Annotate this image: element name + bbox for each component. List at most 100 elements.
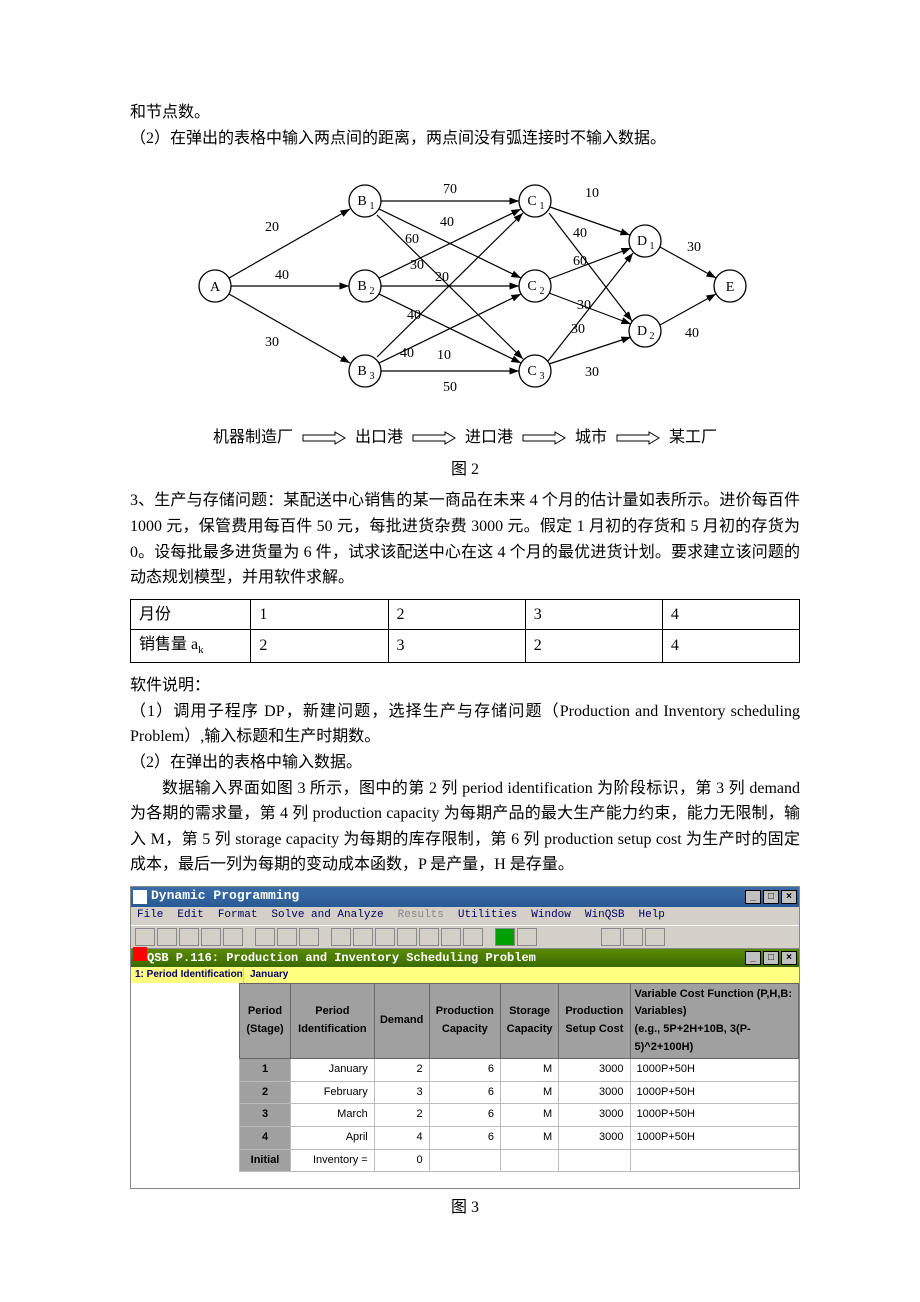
grid-cell[interactable]: 1000P+50H	[630, 1127, 798, 1150]
toolbar-button[interactable]	[397, 928, 417, 946]
table-row: 销售量 ak 2 3 2 4	[131, 630, 800, 663]
grid-cell[interactable]: M	[500, 1104, 558, 1127]
toolbar-button[interactable]	[601, 928, 621, 946]
toolbar-button[interactable]	[223, 928, 243, 946]
grid-cell[interactable]	[630, 1149, 798, 1172]
grid-cell[interactable]	[429, 1149, 500, 1172]
toolbar-button[interactable]	[277, 928, 297, 946]
body-text: 数据输入界面如图 3 所示，图中的第 2 列 period identifica…	[130, 776, 800, 878]
toolbar-button[interactable]	[517, 928, 537, 946]
toolbar-button[interactable]	[353, 928, 373, 946]
toolbar-button[interactable]	[441, 928, 461, 946]
toolbar-button[interactable]	[375, 928, 395, 946]
figure-caption: 图 3	[130, 1195, 800, 1221]
toolbar-button[interactable]	[201, 928, 221, 946]
grid-cell[interactable]: 1000P+50H	[630, 1104, 798, 1127]
cell-value[interactable]: January	[244, 967, 330, 983]
menu-solve[interactable]: Solve and Analyze	[271, 907, 383, 925]
toolbar-button[interactable]	[299, 928, 319, 946]
col-header[interactable]: Period(Stage)	[240, 983, 291, 1058]
toolbar-button[interactable]	[179, 928, 199, 946]
menu-file[interactable]: File	[137, 907, 163, 925]
grid-cell[interactable]: Inventory =	[291, 1149, 375, 1172]
svg-text:A: A	[210, 280, 221, 295]
col-header[interactable]: PeriodIdentification	[291, 983, 375, 1058]
menu-format[interactable]: Format	[218, 907, 258, 925]
app-window: Dynamic Programming _ □ × File Edit Form…	[130, 886, 800, 1189]
grid-cell[interactable]: 3	[374, 1081, 429, 1104]
body-text: （1）调用子程序 DP，新建问题，选择生产与存储问题（Production an…	[130, 699, 800, 750]
svg-text:3: 3	[370, 371, 375, 382]
close-button[interactable]: ×	[781, 951, 797, 965]
svg-text:40: 40	[275, 268, 289, 283]
row-header[interactable]: Initial	[240, 1149, 291, 1172]
close-button[interactable]: ×	[781, 890, 797, 904]
toolbar-button[interactable]	[135, 928, 155, 946]
toolbar-button[interactable]	[645, 928, 665, 946]
menu-winqsb[interactable]: WinQSB	[585, 907, 625, 925]
svg-text:B: B	[357, 194, 366, 209]
grid-cell[interactable]: M	[500, 1127, 558, 1150]
menu-utilities[interactable]: Utilities	[458, 907, 517, 925]
grid-cell[interactable]: 6	[429, 1127, 500, 1150]
grid-cell[interactable]: February	[291, 1081, 375, 1104]
row-header[interactable]: 3	[240, 1104, 291, 1127]
grid-cell[interactable]: 3000	[559, 1104, 630, 1127]
toolbar-button[interactable]	[157, 928, 177, 946]
grid-cell[interactable]: 1000P+50H	[630, 1081, 798, 1104]
minimize-button[interactable]: _	[745, 951, 761, 965]
data-grid: Period(Stage) PeriodIdentification Deman…	[131, 983, 799, 1188]
grid-cell[interactable]: January	[291, 1059, 375, 1082]
svg-text:B: B	[357, 279, 366, 294]
menu-help[interactable]: Help	[639, 907, 665, 925]
menu-edit[interactable]: Edit	[177, 907, 203, 925]
grid-cell[interactable]	[559, 1149, 630, 1172]
menubar: File Edit Format Solve and Analyze Resul…	[131, 907, 799, 925]
svg-text:E: E	[726, 280, 735, 295]
toolbar-button[interactable]	[463, 928, 483, 946]
menu-results[interactable]: Results	[398, 907, 444, 925]
svg-text:20: 20	[265, 220, 279, 235]
arrow-icon	[521, 431, 567, 445]
toolbar-button[interactable]	[255, 928, 275, 946]
table-row: 4April46M30001000P+50H	[240, 1127, 799, 1150]
stage-labels: 机器制造厂 出口港 进口港 城市 某工厂	[130, 425, 800, 451]
maximize-button[interactable]: □	[763, 951, 779, 965]
grid-cell[interactable]: 6	[429, 1104, 500, 1127]
grid-cell[interactable]: M	[500, 1059, 558, 1082]
row-header[interactable]: 1	[240, 1059, 291, 1082]
grid-cell[interactable]: 2	[374, 1104, 429, 1127]
grid-cell[interactable]: 0	[374, 1149, 429, 1172]
col-header[interactable]: ProductionSetup Cost	[559, 983, 630, 1058]
svg-text:30: 30	[571, 322, 585, 337]
maximize-button[interactable]: □	[763, 890, 779, 904]
table-cell: 2	[251, 630, 388, 663]
toolbar	[131, 925, 799, 949]
col-header[interactable]: ProductionCapacity	[429, 983, 500, 1058]
grid-cell[interactable]: M	[500, 1081, 558, 1104]
grid-cell[interactable]: 3000	[559, 1127, 630, 1150]
grid-cell[interactable]: 6	[429, 1081, 500, 1104]
col-header[interactable]: Demand	[374, 983, 429, 1058]
svg-text:60: 60	[405, 232, 419, 247]
minimize-button[interactable]: _	[745, 890, 761, 904]
row-header[interactable]: 4	[240, 1127, 291, 1150]
toolbar-button[interactable]	[331, 928, 351, 946]
grid-cell[interactable]: April	[291, 1127, 375, 1150]
grid-cell[interactable]: 4	[374, 1127, 429, 1150]
grid-cell[interactable]: 1000P+50H	[630, 1059, 798, 1082]
row-header[interactable]: 2	[240, 1081, 291, 1104]
grid-cell[interactable]: March	[291, 1104, 375, 1127]
grid-cell[interactable]: 3000	[559, 1059, 630, 1082]
svg-text:60: 60	[573, 254, 587, 269]
grid-cell[interactable]: 3000	[559, 1081, 630, 1104]
toolbar-button[interactable]	[623, 928, 643, 946]
grid-cell[interactable]: 6	[429, 1059, 500, 1082]
toolbar-button[interactable]	[419, 928, 439, 946]
menu-window[interactable]: Window	[531, 907, 571, 925]
grid-cell[interactable]	[500, 1149, 558, 1172]
col-header[interactable]: StorageCapacity	[500, 983, 558, 1058]
col-header[interactable]: Variable Cost Function (P,H,B: Variables…	[630, 983, 798, 1058]
grid-cell[interactable]: 2	[374, 1059, 429, 1082]
toolbar-button[interactable]	[495, 928, 515, 946]
